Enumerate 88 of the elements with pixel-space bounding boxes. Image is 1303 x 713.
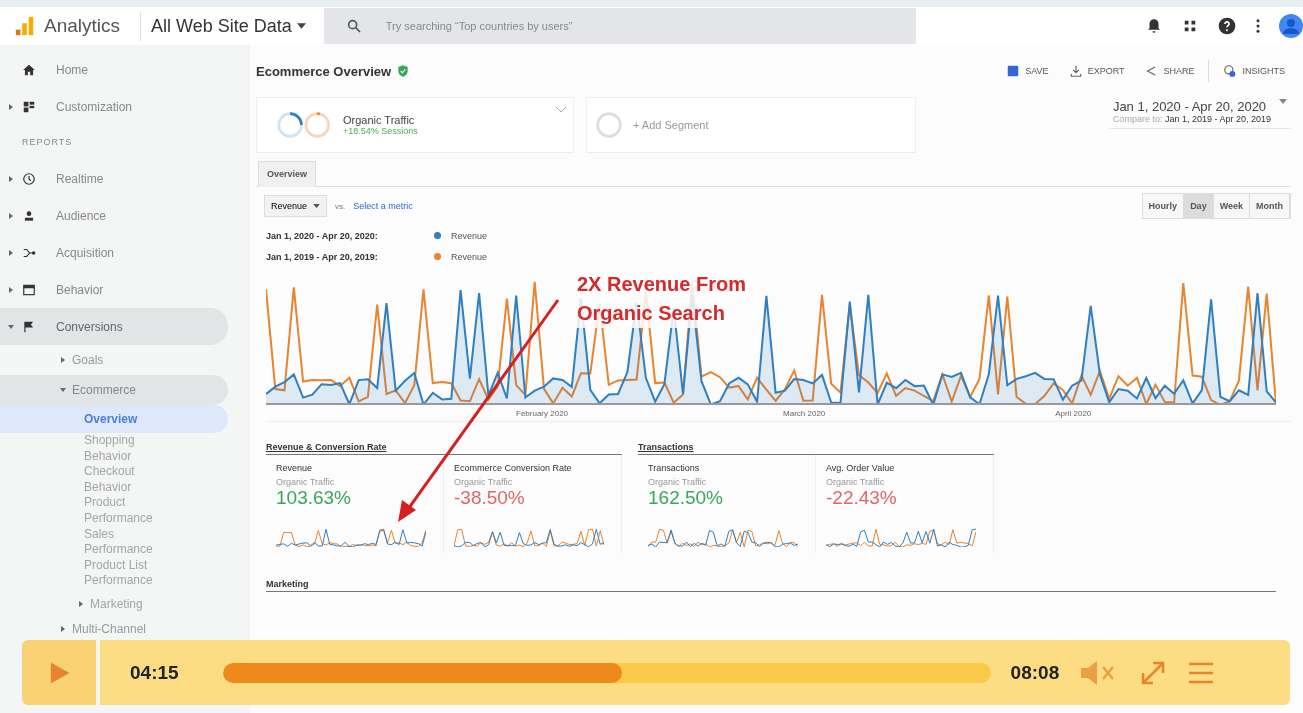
legend-range: Jan 1, 2020 - Apr 20, 2020: [266,230,379,241]
date-range-picker[interactable]: Jan 1, 2020 - Apr 20, 2020 Compare to: Jan 1, 2019 - Apr 20, 2019 [1108,99,1291,129]
nav-item[interactable]: Behavior [0,271,228,308]
axis-label: March 2020 [783,408,826,418]
nav-item[interactable]: Home [0,51,228,88]
legend-label: Revenue [451,251,488,262]
notifications-icon[interactable] [1145,17,1163,35]
granularity-button[interactable]: Hourly [1142,194,1185,218]
segment-label: Organic Traffic [826,477,886,487]
compare-range: Compare to: Jan 1, 2019 - Apr 20, 2019 [1112,114,1271,124]
metric-change: 162.50% [648,487,724,509]
nav-leaf[interactable]: Product Performance [0,495,166,527]
segment-rings-icon [277,111,333,139]
product-name: Analytics [44,15,121,37]
save-icon [1006,64,1021,78]
nav-leaf[interactable]: Marketing [0,590,228,617]
toolbar-button[interactable]: SHARE [1138,60,1201,82]
add-segment-card[interactable]: + Add Segment [586,97,916,153]
nav-leaf[interactable]: Shopping Behavior [0,433,166,465]
metric-label: Ecommerce Conversion Rate [454,463,573,473]
flag-icon [22,319,36,334]
total-time: 08:08 [1010,661,1060,684]
home-icon [22,62,36,77]
group-title: Revenue & Conversion Rate [266,442,622,455]
legend-range: Jan 1, 2019 - Apr 20, 2019: [266,251,379,262]
insights-icon [1223,64,1238,78]
segment-label: Organic Traffic [648,477,708,487]
group-title: Marketing [266,579,1276,592]
metric-change: -38.50% [454,487,526,509]
axis-label: February 2020 [516,408,569,418]
nav-item[interactable]: Realtime [0,160,228,197]
chevron-down-icon [555,106,567,114]
metric-change: 103.63% [276,487,352,509]
vs-label: vs. [335,201,346,211]
help-icon[interactable] [1217,16,1237,36]
nav-item[interactable]: Customization [0,88,228,125]
nav-leaf[interactable]: Overview [0,405,228,433]
window-icon [22,282,36,297]
nav-item[interactable]: Audience [0,197,228,234]
granularity-button[interactable]: Month [1250,194,1290,218]
empty-ring-icon [595,111,623,139]
property-selector[interactable]: All Web Site Data [140,11,316,41]
metric-label: Avg. Order Value [826,463,896,473]
dashboard-icon [22,99,36,114]
toolbar-button[interactable]: SAVE [1000,60,1055,82]
more-icon[interactable] [1255,16,1261,36]
caret-icon [313,204,321,208]
group-title: Transactions [638,442,994,455]
caret-icon [1279,99,1287,104]
download-icon [1068,64,1083,78]
nav-leaf[interactable]: Sales Performance [0,526,166,558]
nav-subitem[interactable]: Ecommerce [0,375,228,405]
page-title: Ecommerce Overview [256,63,392,79]
nav-subitem[interactable]: Goals [0,345,228,375]
segment-detail: +18.54% Sessions [343,126,418,136]
nav-leaf[interactable]: Checkout Behavior [0,464,166,496]
avatar-icon[interactable] [1279,14,1303,38]
section-label: REPORTS [21,136,74,149]
nav-item[interactable]: Conversions [0,308,228,345]
select-metric-link[interactable]: Select a metric [353,201,413,211]
granularity-button[interactable]: Week [1213,194,1250,218]
segment-name: Organic Traffic [343,114,416,126]
date-range: Jan 1, 2020 - Apr 20, 2020 [1112,99,1268,114]
metric-label: Transactions [648,463,701,473]
metric-change: -22.43% [826,487,898,509]
granularity-button[interactable]: Day [1184,194,1214,218]
legend-label: Revenue [451,230,488,241]
segment-label: Organic Traffic [276,477,336,487]
add-segment-label: + Add Segment [633,119,709,131]
metric-dropdown[interactable]: Revenue [264,195,328,217]
toolbar-button[interactable]: INSIGHTS [1208,60,1291,82]
segment-label: Organic Traffic [454,477,514,487]
metric-label: Revenue [276,463,314,473]
caret-icon [296,23,306,29]
current-time: 04:15 [130,661,179,684]
nav-subitem[interactable]: Multi-Channel [0,618,228,639]
clock-icon [22,171,36,186]
tab[interactable]: Overview [258,161,317,187]
nav-leaf[interactable]: Product List Performance [0,557,166,589]
person-icon [22,208,36,223]
segment-card[interactable]: Organic Traffic +18.54% Sessions [256,97,574,153]
progress-track[interactable] [222,662,991,683]
toolbar-button[interactable]: EXPORT [1062,60,1131,82]
analytics-logo-icon [14,15,36,37]
axis-label: April 2020 [1055,408,1092,418]
nav-item[interactable]: Acquisition [0,234,228,271]
verified-shield-icon [396,64,411,78]
search-field[interactable]: Try searching “Top countries by users” [323,8,916,44]
